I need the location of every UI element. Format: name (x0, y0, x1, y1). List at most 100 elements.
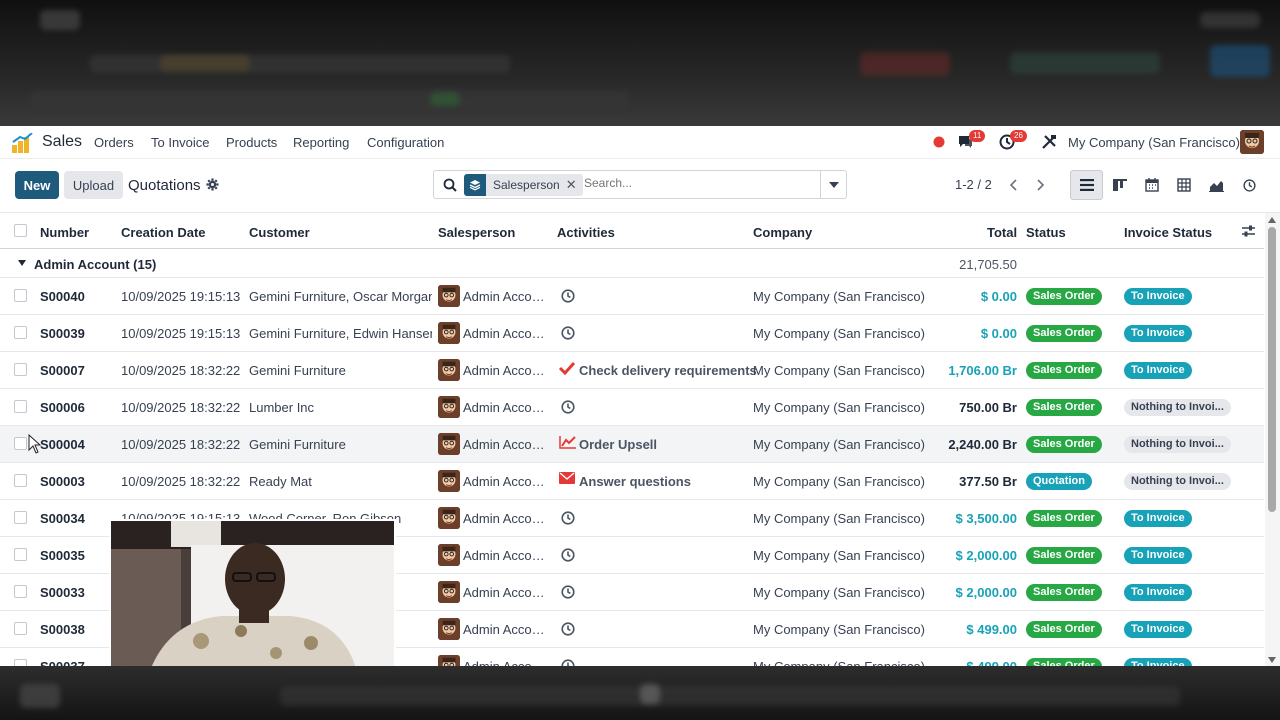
row-checkbox[interactable] (14, 437, 27, 450)
table-row[interactable]: S00040 10/09/2025 19:15:13 Gemini Furnitur… (0, 278, 1264, 315)
header-activities[interactable]: Activities (557, 225, 615, 240)
calendar-view-button[interactable] (1135, 170, 1168, 200)
activity-clock-icon[interactable] (561, 511, 575, 528)
salesperson-avatar (438, 655, 460, 666)
pager-value[interactable]: 1-2 / 2 (955, 177, 992, 192)
breadcrumb-quotations[interactable]: Quotations (128, 177, 201, 194)
menu-configuration[interactable]: Configuration (367, 135, 444, 150)
graph-view-button[interactable] (1200, 170, 1233, 200)
mouse-cursor-icon (28, 434, 42, 454)
pivot-view-button[interactable] (1167, 170, 1200, 200)
pager-next-button[interactable] (1028, 171, 1054, 199)
kanban-view-button[interactable] (1103, 170, 1136, 200)
activity-clock-icon[interactable] (561, 289, 575, 306)
header-creation-date[interactable]: Creation Date (121, 225, 206, 240)
menu-reporting[interactable]: Reporting (293, 135, 349, 150)
header-customer[interactable]: Customer (249, 225, 310, 240)
customer-name: Gemini Furniture (249, 437, 346, 452)
row-checkbox[interactable] (14, 585, 27, 598)
order-number: S00006 (40, 400, 85, 415)
facet-remove-icon[interactable]: ✕ (566, 177, 583, 193)
header-status[interactable]: Status (1026, 225, 1066, 240)
row-checkbox[interactable] (14, 659, 27, 666)
tools-icon[interactable] (1042, 135, 1056, 149)
sales-app-logo-icon[interactable] (12, 133, 34, 153)
table-row[interactable]: S00003 10/09/2025 18:32:22 Ready Mat Admin … (0, 463, 1264, 500)
table-row[interactable]: S00004 10/09/2025 18:32:22 Gemini Furnitur… (0, 426, 1264, 463)
scroll-down-arrow-icon[interactable] (1268, 657, 1276, 663)
activity-summary[interactable]: Answer questions (579, 474, 691, 489)
blurred-desktop-top (0, 0, 1280, 126)
salesperson-name: Admin Account (463, 548, 549, 563)
status-badge: Quotation (1026, 473, 1092, 490)
activity-clock-icon[interactable] (561, 585, 575, 602)
search-options-toggle[interactable] (820, 171, 846, 198)
table-row[interactable]: S00006 10/09/2025 18:32:22 Lumber Inc Admin… (0, 389, 1264, 426)
list-view-button[interactable] (1070, 170, 1103, 200)
header-number[interactable]: Number (40, 225, 89, 240)
chevron-left-icon (1009, 179, 1017, 191)
activity-clock-icon[interactable] (561, 400, 575, 417)
menu-orders[interactable]: Orders (94, 135, 134, 150)
activity-view-button[interactable] (1233, 170, 1266, 200)
row-checkbox[interactable] (14, 548, 27, 561)
row-checkbox[interactable] (14, 474, 27, 487)
activity-clock-icon[interactable] (561, 548, 575, 565)
search-input[interactable] (584, 176, 814, 190)
activity-clock-icon[interactable] (561, 659, 575, 666)
activity-summary[interactable]: Check delivery requirements (579, 363, 757, 378)
optional-columns-sliders-icon[interactable] (1242, 225, 1255, 237)
caret-down-icon (18, 260, 26, 266)
activity-clock-icon[interactable] (561, 326, 575, 343)
table-row[interactable]: S00039 10/09/2025 19:15:13 Gemini Furnitur… (0, 315, 1264, 352)
new-button[interactable]: New (15, 171, 59, 199)
messages-badge: 11 (969, 130, 986, 142)
app-name[interactable]: Sales (42, 133, 82, 151)
company-name: My Company (San Francisco) (753, 363, 925, 378)
company-switcher[interactable]: My Company (San Francisco) (1068, 135, 1240, 150)
facet-label: Salesperson (493, 178, 560, 192)
row-checkbox[interactable] (14, 326, 27, 339)
row-checkbox[interactable] (14, 400, 27, 413)
company-name: My Company (San Francisco) (753, 585, 925, 600)
user-avatar[interactable] (1240, 130, 1264, 154)
line-chart-icon[interactable] (559, 435, 577, 452)
chevron-right-icon (1037, 179, 1045, 191)
creation-date: 10/09/2025 18:32:22 (121, 400, 241, 415)
search-facet-salesperson[interactable]: Salesperson ✕ (464, 174, 583, 196)
order-total: $ 0.00 (980, 326, 1017, 341)
vertical-scrollbar[interactable] (1265, 213, 1280, 666)
menu-products[interactable]: Products (226, 135, 277, 150)
row-checkbox[interactable] (14, 622, 27, 635)
check-icon[interactable] (559, 361, 575, 378)
scrollbar-thumb[interactable] (1268, 227, 1276, 512)
invoice-status-badge: To Invoice (1124, 510, 1192, 527)
salesperson-name: Admin Account (463, 585, 549, 600)
activity-summary[interactable]: Order Upsell (579, 437, 657, 452)
upload-button[interactable]: Upload (64, 171, 123, 199)
group-row-admin-account[interactable]: Admin Account (15) 21,705.50 (0, 249, 1264, 278)
recording-dot-icon[interactable] (933, 136, 945, 148)
invoice-status-badge: To Invoice (1124, 325, 1192, 342)
company-name: My Company (San Francisco) (753, 326, 925, 341)
row-checkbox[interactable] (14, 363, 27, 376)
header-total[interactable]: Total (987, 225, 1017, 240)
order-total: 1,706.00 Br (948, 363, 1017, 378)
menu-to-invoice[interactable]: To Invoice (151, 135, 210, 150)
table-row[interactable]: S00007 10/09/2025 18:32:22 Gemini Furnitur… (0, 352, 1264, 389)
row-checkbox[interactable] (14, 289, 27, 302)
select-all-checkbox[interactable] (14, 224, 27, 237)
salesperson-name: Admin Account (463, 289, 549, 304)
status-badge: Sales Order (1026, 621, 1102, 638)
search-icon[interactable] (443, 178, 457, 192)
pager-previous-button[interactable] (1000, 171, 1026, 199)
activity-clock-icon[interactable] (561, 622, 575, 639)
row-checkbox[interactable] (14, 511, 27, 524)
header-invoice-status[interactable]: Invoice Status (1124, 225, 1212, 240)
gear-icon[interactable] (206, 178, 219, 191)
scroll-up-arrow-icon[interactable] (1268, 217, 1276, 223)
header-company[interactable]: Company (753, 225, 812, 240)
header-salesperson[interactable]: Salesperson (438, 225, 515, 240)
envelope-icon[interactable] (559, 472, 575, 487)
salesperson-name: Admin Account (463, 474, 549, 489)
